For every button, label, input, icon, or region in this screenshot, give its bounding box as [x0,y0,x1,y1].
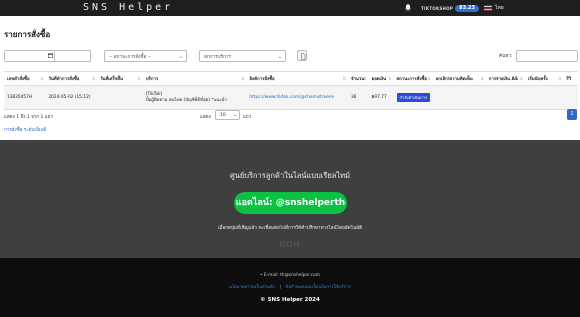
balance-amount: 83.23 [455,4,479,12]
search-label: ค้นหา: [499,54,513,59]
column-header-start-count[interactable]: เริ่มนับครั้ง ⇅ [525,71,564,86]
balance-badge[interactable]: TIKTOKSHOP 83.23 [421,4,479,12]
column-header-label: เลขคำสั่งซื้อ [7,77,30,82]
export-button[interactable] [297,50,307,61]
support-heading: ศูนย์บริการลูกค้าในไลน์แบบเรียลไทม์ [229,171,351,180]
column-header-label: รีวิ [566,77,572,82]
column-header-link[interactable]: ลิงค์การสั่งซื้อ ⇅ [246,71,348,86]
bell-icon[interactable] [404,3,412,12]
column-header-label: สถานะการสั่งซื้อ [396,77,427,82]
column-header-cancel[interactable]: ยกเลิก/ความคิดเห็น ⇅ [432,71,486,86]
chevron-down-icon: ⌄ [178,54,183,60]
column-header-order-date[interactable]: วันที่ทำการสั่งซื้อ ⇅ [45,71,98,86]
column-header-label: ลิงค์การสั่งซื้อ [249,77,275,82]
payment-cell [485,85,526,110]
sort-icon: ⇅ [342,76,346,81]
amount-cell: ฿97.77 [368,85,394,110]
top-navbar: SNS Helper TIKTOKSHOP 83.23 ไทย [0,0,580,16]
column-header-label: บริการ [145,77,159,82]
column-header-quantity[interactable]: จำนวน ⇅ [347,71,369,86]
sort-icon: ⇅ [427,76,431,81]
sort-icon: ⇅ [137,76,141,81]
cancel-cell [432,85,486,110]
sort-icon: ⇅ [241,76,245,81]
faint-logo: NOH [279,240,301,249]
order-history-link[interactable]: การสั่งซื้อ ระดับเพิ่มเติ [4,126,46,133]
tiktok-shop-logo: TIKTOKSHOP [421,5,454,11]
column-header-order-id[interactable]: เลขคำสั่งซื้อ ⇅ [4,71,46,86]
quantity-cell: 36 [347,85,369,110]
service-filter-select[interactable]: ทุกการบริการ ⌄ [199,50,286,62]
column-header-payment[interactable]: การจ่ายเงิน AS ⇅ [485,71,526,86]
terms-link[interactable]: ข้อกำหนดและเงื่อนไขการใช้บริการ [285,285,351,290]
orders-table: เลขคำสั่งซื้อ ⇅ วันที่ทำการสั่งซื้อ ⇅ วันที่… [4,71,578,110]
order-link[interactable]: https://www.tiktok.com/@chemistreene [249,95,334,100]
page-title: รายการสั่งซื้อ [4,30,51,39]
start-count-cell [525,85,564,110]
column-header-label: วันที่เสร็จสิ้น [100,77,123,82]
column-header-amount[interactable]: ยอดเงิน ⇅ [368,71,394,86]
privacy-policy-link[interactable]: นโยบายความเป็นส่วนตัว [229,285,275,290]
sort-icon: ⇅ [40,76,44,81]
pagination-page-1[interactable]: 1 [567,109,577,120]
sort-icon: ⇅ [388,76,392,81]
sort-icon: ⇅ [363,76,367,81]
page-size-suffix: แถว [243,115,252,120]
sort-icon: ⇅ [558,76,562,81]
support-footer: ศูนย์บริการลูกค้าในไลน์แบบเรียลไทม์ แอดไ… [0,140,580,258]
service-filter-value: ทุกการบริการ [204,55,231,60]
column-header-service[interactable]: บริการ ⇅ [142,71,247,86]
order-id-cell: 13820457H [4,85,46,110]
service-name: ปั้มผู้ติดตาม คนไทย (บัญชีที่ดีที่สุด) *… [145,97,227,103]
status-filter-select[interactable]: -- สถานะการสั่งซื้อ -- ⌄ [104,50,187,62]
language-switch[interactable]: ไทย [495,4,504,12]
thai-flag-icon[interactable] [484,5,492,11]
search-input[interactable] [516,50,578,62]
status-filter-value: -- สถานะการสั่งซื้อ -- [109,55,152,60]
calendar-icon[interactable] [48,53,53,58]
bottom-footer: • E-mail: th@snshelper.com นโยบายความเป็… [0,258,580,317]
contact-email: • E-mail: th@snshelper.com [260,273,320,278]
status-cell: กำลังดำเนินการ [393,85,433,110]
page-size-select[interactable]: 10 ⌄ [215,110,240,120]
column-header-status[interactable]: สถานะการสั่งซื้อ ⇅ [393,71,433,86]
support-note: เมื่อกดปุ่มที่เชิญแล้ว จะเชื่อมต่อไปที่ก… [217,226,363,231]
document-icon [300,52,305,60]
column-header-label: เริ่มนับครั้ง [528,77,548,82]
sort-icon: ⇅ [480,76,484,81]
date-range-input[interactable] [4,50,91,62]
service-cell: [TikTok] ปั้มผู้ติดตาม คนไทย (บัญชีที่ดี… [142,85,247,110]
chevron-down-icon: ⌄ [233,113,237,118]
page-size-label: แสดง [200,115,211,120]
order-link-cell: https://www.tiktok.com/@chemistreene [246,85,348,110]
column-header-label: วันที่ทำการสั่งซื้อ [48,77,80,82]
finish-date-cell [97,85,143,110]
add-line-button[interactable]: แอดไลน์: @snshelperth [234,192,347,214]
footer-links: นโยบายความเป็นส่วนตัว | ข้อกำหนดและเงื่อ… [0,283,580,290]
sort-icon: ⇅ [91,76,96,81]
column-header-review[interactable]: รีวิ [563,71,578,86]
sort-icon: ⇅ [519,76,524,81]
column-header-label: ยอดเงิน [371,77,387,82]
review-cell [563,85,578,110]
column-header-finish-date[interactable]: วันที่เสร็จสิ้น ⇅ [97,71,143,86]
status-badge: กำลังดำเนินการ [396,93,431,102]
copyright: © SNS Helper 2024 [260,297,320,303]
order-date-cell: 2024-05-02 (15:12) [45,85,98,110]
chevron-down-icon: ⌄ [277,54,282,60]
brand-logo[interactable]: SNS Helper [83,2,173,13]
table-info: แสดง 1 ถึง 1 จาก 1 แถว [4,115,53,120]
table-row: 13820457H 2024-05-02 (15:12) [TikTok] ปั… [4,85,578,110]
page-size-value: 10 [220,113,226,118]
table-header-row: เลขคำสั่งซื้อ ⇅ วันที่ทำการสั่งซื้อ ⇅ วันที่… [4,71,578,86]
column-header-label: การจ่ายเงิน AS [488,77,518,82]
link-separator: | [279,285,282,290]
column-header-label: จำนวน [350,77,365,82]
column-header-label: ยกเลิก/ความคิดเห็น [435,77,473,82]
